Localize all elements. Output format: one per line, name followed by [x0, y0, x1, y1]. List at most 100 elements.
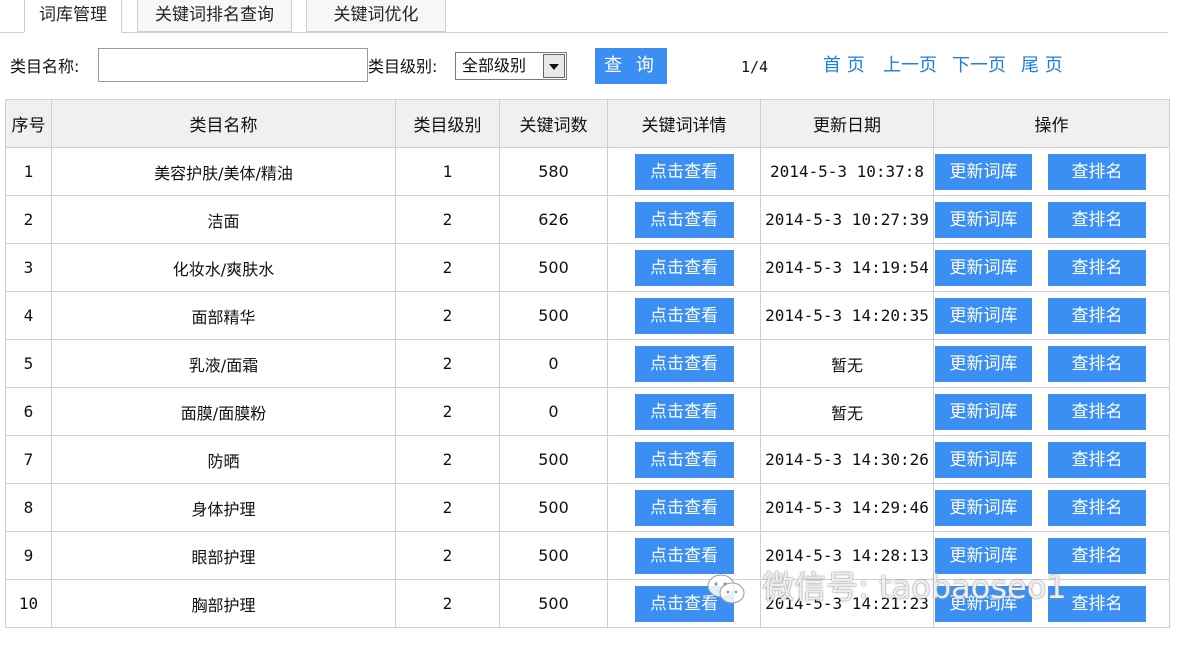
- row-category-level: 2: [395, 243, 500, 292]
- last-page-link[interactable]: 尾 页: [1021, 55, 1063, 77]
- row-operations: 更新词库 查排名: [933, 291, 1170, 340]
- check-rank-button[interactable]: 查排名: [1048, 441, 1146, 478]
- update-lexicon-button[interactable]: 更新词库: [935, 249, 1032, 286]
- table-row: 4 面部精华 2 500 点击查看 2014-5-3 14:20:35 更新词库 查排名: [5, 291, 1170, 340]
- update-lexicon-button[interactable]: 更新词库: [935, 153, 1032, 190]
- row-category-name: 乳液/面霜: [51, 339, 396, 388]
- update-lexicon-button[interactable]: 更新词库: [935, 489, 1032, 526]
- header-keyword-count: 关键词数: [499, 99, 608, 148]
- category-level-select[interactable]: 全部级别: [455, 52, 567, 80]
- check-rank-button[interactable]: 查排名: [1048, 201, 1146, 238]
- row-keyword-details: 点击查看: [607, 435, 761, 484]
- prev-page-link[interactable]: 上一页: [883, 55, 937, 77]
- category-level-selected: 全部级别: [462, 56, 527, 75]
- query-button[interactable]: 查 询: [595, 48, 667, 84]
- row-operations: 更新词库 查排名: [933, 339, 1170, 388]
- update-lexicon-button[interactable]: 更新词库: [935, 393, 1032, 430]
- header-category-name: 类目名称: [51, 99, 396, 148]
- table-row: 5 乳液/面霜 2 0 点击查看 暂无 更新词库 查排名: [5, 339, 1170, 388]
- check-rank-button[interactable]: 查排名: [1048, 297, 1146, 334]
- category-name-input[interactable]: [98, 48, 368, 82]
- page-indicator: 1/4: [741, 58, 769, 76]
- row-no: 3: [5, 243, 52, 292]
- row-operations: 更新词库 查排名: [933, 147, 1170, 196]
- row-update-date: 2014-5-3 14:20:35: [760, 291, 934, 340]
- view-details-button[interactable]: 点击查看: [634, 345, 734, 382]
- row-operations: 更新词库 查排名: [933, 483, 1170, 532]
- row-update-date: 2014-5-3 14:30:26: [760, 435, 934, 484]
- row-update-date: 暂无: [760, 339, 934, 388]
- table-row: 7 防晒 2 500 点击查看 2014-5-3 14:30:26 更新词库 查排名: [5, 435, 1170, 484]
- row-update-date: 2014-5-3 14:29:46: [760, 483, 934, 532]
- page: 词库管理 关键词排名查询 关键词优化 类目名称: 类目级别: 全部级别 查 询 …: [0, 0, 1181, 645]
- row-category-name: 身体护理: [51, 483, 396, 532]
- row-keyword-details: 点击查看: [607, 339, 761, 388]
- table-row: 3 化妆水/爽肤水 2 500 点击查看 2014-5-3 14:19:54 更新词库 查排名: [5, 243, 1170, 292]
- row-no: 4: [5, 291, 52, 340]
- table-row: 6 面膜/面膜粉 2 0 点击查看 暂无 更新词库 查排名: [5, 387, 1170, 436]
- row-keyword-count: 500: [499, 291, 608, 340]
- row-keyword-details: 点击查看: [607, 291, 761, 340]
- view-details-button[interactable]: 点击查看: [634, 489, 734, 526]
- update-lexicon-button[interactable]: 更新词库: [935, 441, 1032, 478]
- row-category-name: 化妆水/爽肤水: [51, 243, 396, 292]
- view-details-button[interactable]: 点击查看: [634, 441, 734, 478]
- chevron-down-icon[interactable]: [543, 54, 565, 78]
- header-keyword-details: 关键词详情: [607, 99, 761, 148]
- update-lexicon-button[interactable]: 更新词库: [935, 201, 1032, 238]
- row-operations: 更新词库 查排名: [933, 243, 1170, 292]
- row-update-date: 暂无: [760, 387, 934, 436]
- category-name-label: 类目名称:: [10, 57, 80, 76]
- table-row: 8 身体护理 2 500 点击查看 2014-5-3 14:29:46 更新词库 查排名: [5, 483, 1170, 532]
- category-level-label: 类目级别:: [368, 57, 438, 76]
- row-keyword-count: 500: [499, 243, 608, 292]
- tab-keyword-rank-query[interactable]: 关键词排名查询: [137, 0, 292, 32]
- row-keyword-count: 500: [499, 531, 608, 580]
- tab-keyword-optimization[interactable]: 关键词优化: [306, 0, 446, 32]
- wechat-icon: [707, 574, 745, 604]
- check-rank-button[interactable]: 查排名: [1048, 489, 1146, 526]
- next-page-link[interactable]: 下一页: [952, 55, 1006, 77]
- check-rank-button[interactable]: 查排名: [1048, 249, 1146, 286]
- check-rank-button[interactable]: 查排名: [1048, 345, 1146, 382]
- row-operations: 更新词库 查排名: [933, 195, 1170, 244]
- row-category-name: 洁面: [51, 195, 396, 244]
- view-details-button[interactable]: 点击查看: [634, 297, 734, 334]
- row-category-level: 2: [395, 291, 500, 340]
- check-rank-button[interactable]: 查排名: [1048, 393, 1146, 430]
- view-details-button[interactable]: 点击查看: [634, 153, 734, 190]
- row-keyword-details: 点击查看: [607, 195, 761, 244]
- header-update-date: 更新日期: [760, 99, 934, 148]
- row-keyword-count: 500: [499, 483, 608, 532]
- row-keyword-details: 点击查看: [607, 243, 761, 292]
- first-page-link[interactable]: 首 页: [823, 55, 865, 77]
- row-no: 1: [5, 147, 52, 196]
- update-lexicon-button[interactable]: 更新词库: [935, 297, 1032, 334]
- table-header-row: 序号 类目名称 类目级别 关键词数 关键词详情 更新日期 操作: [5, 99, 1170, 148]
- row-update-date: 2014-5-3 10:27:39: [760, 195, 934, 244]
- row-no: 7: [5, 435, 52, 484]
- row-no: 10: [5, 579, 52, 628]
- table-row: 1 美容护肤/美体/精油 1 580 点击查看 2014-5-3 10:37:8 更新词库查…: [5, 147, 1170, 196]
- row-update-date: 2014-5-3 10:37:8: [760, 147, 934, 196]
- row-keyword-details: 点击查看: [607, 387, 761, 436]
- update-lexicon-button[interactable]: 更新词库: [935, 345, 1032, 382]
- view-details-button[interactable]: 点击查看: [634, 201, 734, 238]
- row-keyword-count: 500: [499, 579, 608, 628]
- row-category-level: 2: [395, 579, 500, 628]
- watermark: 微信号: taobaoseo1: [706, 562, 1067, 606]
- row-keyword-count: 500: [499, 435, 608, 484]
- table-body: 1 美容护肤/美体/精油 1 580 点击查看 2014-5-3 10:37:8 更新词库查…: [5, 147, 1170, 628]
- category-table: 序号 类目名称 类目级别 关键词数 关键词详情 更新日期 操作 1 美容护肤/美体…: [5, 99, 1170, 628]
- row-operations: 更新词库 查排名: [933, 387, 1170, 436]
- view-details-button[interactable]: 点击查看: [634, 249, 734, 286]
- view-details-button[interactable]: 点击查看: [634, 393, 734, 430]
- watermark-text: 微信号: taobaoseo1: [762, 568, 1067, 606]
- tab-lexicon-management[interactable]: 词库管理: [24, 0, 122, 33]
- check-rank-button[interactable]: 查排名: [1048, 153, 1146, 190]
- header-operations: 操作: [933, 99, 1170, 148]
- row-category-name: 美容护肤/美体/精油: [51, 147, 396, 196]
- row-keyword-count: 0: [499, 339, 608, 388]
- row-no: 9: [5, 531, 52, 580]
- row-update-date: 2014-5-3 14:19:54: [760, 243, 934, 292]
